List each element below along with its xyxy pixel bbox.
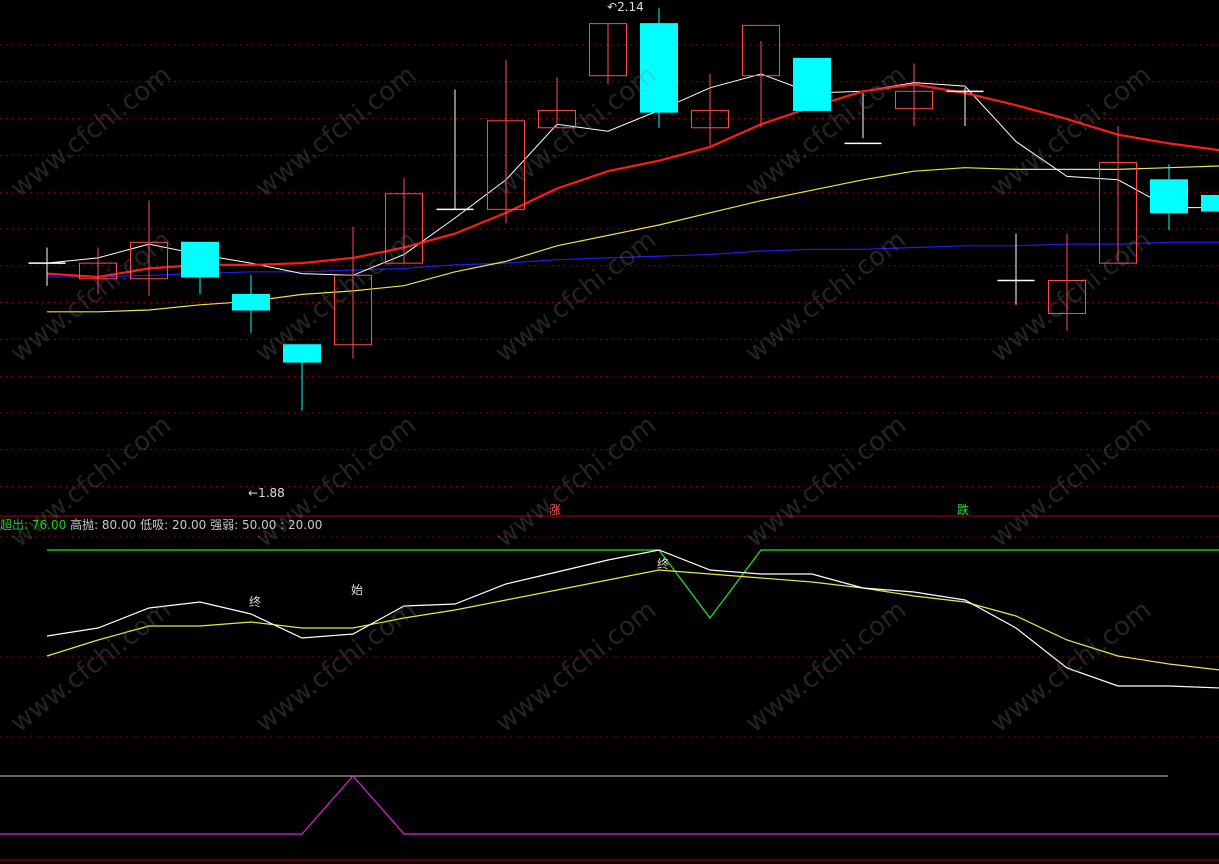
candle-body-down bbox=[1201, 194, 1219, 212]
candle-body-down bbox=[1150, 179, 1188, 214]
high-price-label: ↶2.14 bbox=[607, 0, 644, 14]
ma-red-line bbox=[46, 83, 1219, 279]
grid bbox=[0, 44, 1219, 861]
osc-mark-end-1: 终 bbox=[249, 595, 262, 609]
low-buy-value: 低吸: 20.00 bbox=[140, 518, 207, 532]
overflow-value: 76.00 bbox=[31, 518, 67, 532]
candle-body-down bbox=[181, 241, 219, 278]
osc-white-line bbox=[46, 549, 1219, 689]
candle-body-down bbox=[640, 23, 678, 113]
ma-blue-line bbox=[47, 241, 1219, 278]
candle-body-down bbox=[283, 344, 321, 363]
osc-yellow-line bbox=[46, 569, 1219, 671]
chart-canvas bbox=[0, 8, 1219, 861]
bottom-signal-panel bbox=[0, 775, 1219, 835]
osc-mark-start: 始 bbox=[351, 583, 364, 597]
candle-body-down bbox=[793, 57, 831, 111]
osc-mark-end-2: 终 bbox=[657, 557, 670, 571]
moving-averages bbox=[46, 73, 1219, 313]
oscillator-panel bbox=[46, 549, 1219, 689]
strength-value: 强弱: 50.00 : 20.00 bbox=[210, 518, 323, 532]
signal-down-label: 跌 bbox=[957, 503, 970, 517]
candle-body-down bbox=[232, 293, 270, 311]
bottom-magenta-line bbox=[0, 775, 1219, 835]
indicator-header: 超出: 76.00 高抛: 80.00 低吸: 20.00 强弱: 50.00 … bbox=[0, 516, 322, 533]
low-price-label: ←1.88 bbox=[248, 486, 285, 500]
signal-up-label: 涨 bbox=[549, 503, 562, 517]
overflow-label: 超出: bbox=[0, 518, 29, 532]
candlesticks bbox=[28, 8, 1219, 411]
ma-yellow-line bbox=[47, 165, 1219, 313]
high-sell-value: 高抛: 80.00 bbox=[70, 518, 137, 532]
